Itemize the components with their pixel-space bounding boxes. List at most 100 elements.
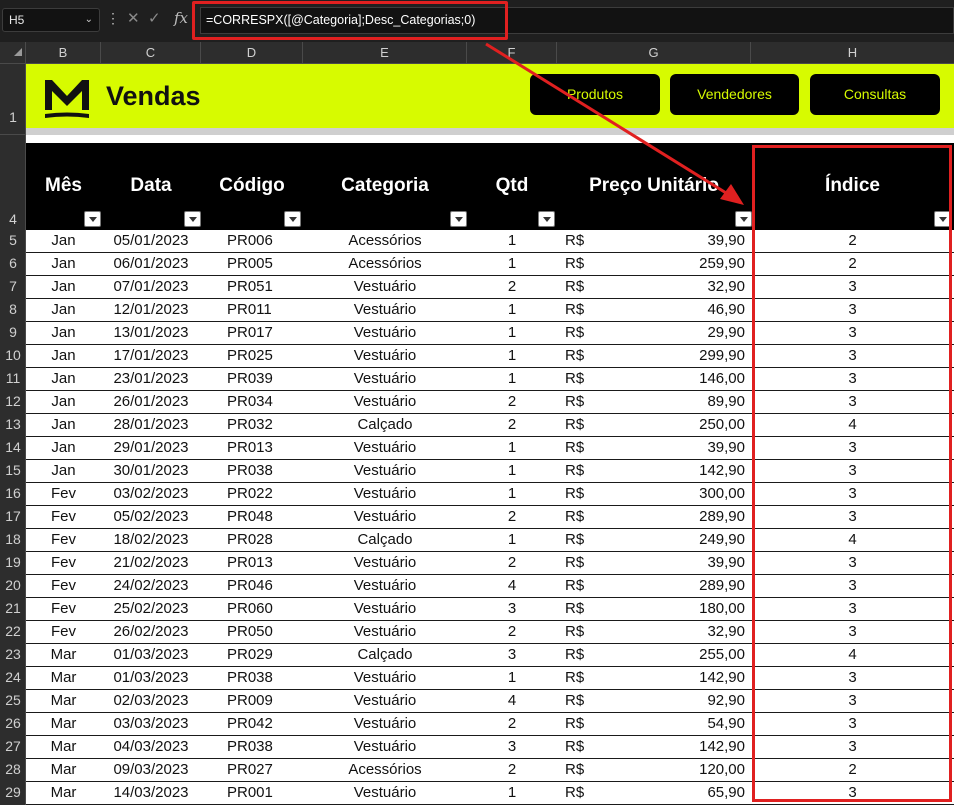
row-header[interactable]: 8 (0, 301, 26, 317)
more-options-icon[interactable]: ⋮ (106, 10, 120, 27)
cell-data[interactable]: 01/03/2023 (101, 667, 201, 689)
cell-codigo[interactable]: PR051 (201, 276, 303, 298)
filter-dropdown-icon[interactable] (184, 211, 201, 227)
produtos-button[interactable]: Produtos (530, 74, 660, 115)
row-header[interactable]: 5 (0, 232, 26, 248)
cell-data[interactable]: 03/03/2023 (101, 713, 201, 735)
cell-data[interactable]: 07/01/2023 (101, 276, 201, 298)
vendedores-button[interactable]: Vendedores (670, 74, 799, 115)
cell-data[interactable]: 28/01/2023 (101, 414, 201, 436)
cell-qtd[interactable]: 1 (467, 782, 557, 804)
row-header[interactable]: 21 (0, 600, 26, 616)
cell-categoria[interactable]: Vestuário (303, 460, 467, 482)
cell-qtd[interactable]: 2 (467, 552, 557, 574)
cell-qtd[interactable]: 1 (467, 437, 557, 459)
cell-qtd[interactable]: 4 (467, 575, 557, 597)
row-header-4[interactable]: 4 (0, 211, 26, 227)
cell-mes[interactable]: Jan (26, 276, 101, 298)
cell-categoria[interactable]: Vestuário (303, 690, 467, 712)
column-header-g[interactable]: G (557, 42, 751, 63)
cell-qtd[interactable]: 3 (467, 644, 557, 666)
cell-codigo[interactable]: PR005 (201, 253, 303, 275)
cell-data[interactable]: 06/01/2023 (101, 253, 201, 275)
cell-categoria[interactable]: Acessórios (303, 759, 467, 781)
cell-categoria[interactable]: Calçado (303, 529, 467, 551)
cell-qtd[interactable]: 1 (467, 460, 557, 482)
cell-codigo[interactable]: PR013 (201, 437, 303, 459)
cell-qtd[interactable]: 1 (467, 322, 557, 344)
cell-mes[interactable]: Mar (26, 690, 101, 712)
cell-codigo[interactable]: PR038 (201, 460, 303, 482)
cell-data[interactable]: 05/01/2023 (101, 230, 201, 252)
cell-categoria[interactable]: Vestuário (303, 782, 467, 804)
cell-codigo[interactable]: PR038 (201, 667, 303, 689)
cell-codigo[interactable]: PR011 (201, 299, 303, 321)
cell-codigo[interactable]: PR022 (201, 483, 303, 505)
cell-qtd[interactable]: 3 (467, 598, 557, 620)
cell-categoria[interactable]: Acessórios (303, 253, 467, 275)
cell-codigo[interactable]: PR046 (201, 575, 303, 597)
row-header[interactable]: 18 (0, 531, 26, 547)
cell-mes[interactable]: Jan (26, 368, 101, 390)
cell-qtd[interactable]: 2 (467, 506, 557, 528)
cell-categoria[interactable]: Vestuário (303, 391, 467, 413)
cell-codigo[interactable]: PR038 (201, 736, 303, 758)
cell-categoria[interactable]: Vestuário (303, 621, 467, 643)
cancel-icon[interactable]: ✕ (127, 9, 140, 27)
cell-mes[interactable]: Mar (26, 759, 101, 781)
cell-data[interactable]: 23/01/2023 (101, 368, 201, 390)
cell-qtd[interactable]: 1 (467, 483, 557, 505)
cell-categoria[interactable]: Vestuário (303, 552, 467, 574)
cell-data[interactable]: 02/03/2023 (101, 690, 201, 712)
cell-codigo[interactable]: PR060 (201, 598, 303, 620)
cell-codigo[interactable]: PR050 (201, 621, 303, 643)
filter-dropdown-icon[interactable] (735, 211, 752, 227)
filter-dropdown-icon[interactable] (538, 211, 555, 227)
row-header[interactable]: 13 (0, 416, 26, 432)
cell-qtd[interactable]: 4 (467, 690, 557, 712)
row-header[interactable]: 12 (0, 393, 26, 409)
cell-data[interactable]: 04/03/2023 (101, 736, 201, 758)
cell-categoria[interactable]: Vestuário (303, 322, 467, 344)
cell-data[interactable]: 26/02/2023 (101, 621, 201, 643)
row-header[interactable]: 16 (0, 485, 26, 501)
cell-categoria[interactable]: Vestuário (303, 506, 467, 528)
cell-codigo[interactable]: PR027 (201, 759, 303, 781)
cell-categoria[interactable]: Vestuário (303, 437, 467, 459)
cell-data[interactable]: 26/01/2023 (101, 391, 201, 413)
cell-categoria[interactable]: Vestuário (303, 713, 467, 735)
cell-qtd[interactable]: 1 (467, 230, 557, 252)
cell-data[interactable]: 09/03/2023 (101, 759, 201, 781)
cell-categoria[interactable]: Vestuário (303, 598, 467, 620)
cell-categoria[interactable]: Vestuário (303, 368, 467, 390)
cell-categoria[interactable]: Vestuário (303, 483, 467, 505)
cell-qtd[interactable]: 2 (467, 621, 557, 643)
cell-mes[interactable]: Jan (26, 299, 101, 321)
cell-codigo[interactable]: PR001 (201, 782, 303, 804)
select-all-corner[interactable] (0, 42, 26, 63)
cell-mes[interactable]: Fev (26, 483, 101, 505)
cell-mes[interactable]: Mar (26, 736, 101, 758)
cell-mes[interactable]: Mar (26, 713, 101, 735)
cell-data[interactable]: 25/02/2023 (101, 598, 201, 620)
row-header[interactable]: 28 (0, 761, 26, 777)
filter-dropdown-icon[interactable] (450, 211, 467, 227)
row-header[interactable]: 22 (0, 623, 26, 639)
cell-mes[interactable]: Jan (26, 322, 101, 344)
cell-data[interactable]: 18/02/2023 (101, 529, 201, 551)
row-header[interactable]: 7 (0, 278, 26, 294)
cell-data[interactable]: 01/03/2023 (101, 644, 201, 666)
cell-qtd[interactable]: 2 (467, 759, 557, 781)
cell-qtd[interactable]: 2 (467, 414, 557, 436)
cell-data[interactable]: 05/02/2023 (101, 506, 201, 528)
cell-categoria[interactable]: Calçado (303, 414, 467, 436)
cell-codigo[interactable]: PR013 (201, 552, 303, 574)
cell-codigo[interactable]: PR009 (201, 690, 303, 712)
cell-mes[interactable]: Fev (26, 529, 101, 551)
cell-mes[interactable]: Jan (26, 414, 101, 436)
cell-qtd[interactable]: 3 (467, 736, 557, 758)
cell-mes[interactable]: Jan (26, 460, 101, 482)
row-header[interactable]: 15 (0, 462, 26, 478)
cell-codigo[interactable]: PR039 (201, 368, 303, 390)
cell-data[interactable]: 03/02/2023 (101, 483, 201, 505)
